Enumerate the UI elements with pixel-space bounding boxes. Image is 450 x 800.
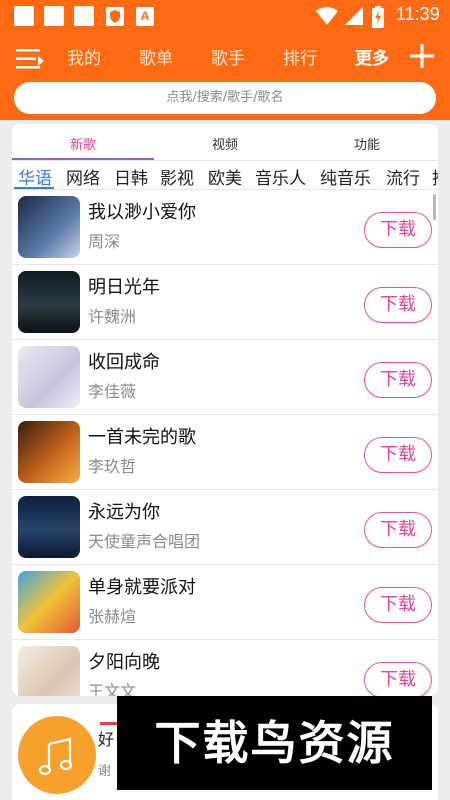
watermark: 下载鸟资源 [117,696,432,790]
song-title: 夕阳向晚 [88,652,160,673]
category-liuxing[interactable]: 流行 [386,164,420,189]
song-artist: 周深 [88,232,121,251]
song-row[interactable]: 我以渺小爱你 周深 下载 [12,190,438,265]
nav-item-mine[interactable]: 我的 [67,44,101,69]
battery-icon [372,6,384,28]
menu-icon[interactable] [16,48,44,70]
song-title: 收回成命 [88,352,160,373]
signal-icon [345,7,363,25]
song-artist: 王文文 [88,682,137,696]
shield-icon [106,7,124,26]
music-note-icon [38,737,73,776]
category-oumei[interactable]: 欧美 [208,164,242,189]
song-title: 单身就要派对 [88,577,196,598]
notification-icon [74,6,94,26]
category-yingshi[interactable]: 影视 [160,164,194,189]
status-bar: A 11:39 [0,0,450,34]
song-row[interactable]: 夕阳向晚 王文文 下载 [12,640,438,696]
song-row[interactable]: 收回成命 李佳薇 下载 [12,340,438,415]
nav-item-more[interactable]: 更多 [355,44,389,69]
category-rihan[interactable]: 日韩 [114,164,148,189]
app-a-icon: A [136,7,154,26]
content-card: 新歌 视频 功能 华语 网络 日韩 影视 欧美 音乐人 纯音乐 流行 推 我以渺… [12,124,438,696]
notification-icon [14,6,34,26]
song-list: 我以渺小爱你 周深 下载 明日光年 许魏洲 下载 收回成命 李佳薇 下载 一首未… [12,190,438,696]
song-row[interactable]: 永远为你 天使童声合唱团 下载 [12,490,438,565]
song-title: 永远为你 [88,502,160,523]
notification-icon [44,6,64,26]
download-button[interactable]: 下载 [364,437,432,473]
player-cover[interactable] [18,716,96,794]
scrollbar[interactable] [433,194,436,220]
tab-features[interactable]: 功能 [327,134,407,153]
search-input[interactable]: 点我/搜索/歌手/歌名 [14,82,436,114]
nav-item-ranking[interactable]: 排行 [283,44,317,69]
nav-item-playlist[interactable]: 歌单 [139,44,173,69]
download-button[interactable]: 下载 [364,512,432,548]
category-chunyinyue[interactable]: 纯音乐 [320,164,371,189]
nav-item-singer[interactable]: 歌手 [211,44,245,69]
album-cover [18,346,80,408]
song-artist: 李玖哲 [88,457,137,476]
song-row[interactable]: 明日光年 许魏洲 下载 [12,265,438,340]
album-cover [18,271,80,333]
plus-icon[interactable] [408,42,436,70]
top-nav: 我的 歌单 歌手 排行 更多 点我/搜索/歌手/歌名 [0,34,450,120]
download-button[interactable]: 下载 [364,362,432,398]
album-cover [18,196,80,258]
download-button[interactable]: 下载 [364,662,432,696]
album-cover [18,421,80,483]
category-wangluo[interactable]: 网络 [66,164,100,189]
tab-new-songs[interactable]: 新歌 [43,134,123,153]
song-artist: 许魏洲 [88,307,137,326]
category-huayu[interactable]: 华语 [18,164,52,189]
divider [12,160,438,161]
download-button[interactable]: 下载 [364,287,432,323]
album-cover [18,496,80,558]
song-row[interactable]: 单身就要派对 张赫煊 下载 [12,565,438,640]
player-title: 好 [98,730,115,749]
song-title: 明日光年 [88,277,160,298]
download-button[interactable]: 下载 [364,212,432,248]
album-cover [18,646,80,696]
tab-bar: 新歌 视频 功能 [12,124,438,161]
song-artist: 天使童声合唱团 [88,532,201,551]
category-tui[interactable]: 推 [432,164,438,189]
song-title: 一首未完的歌 [88,427,196,448]
tab-videos[interactable]: 视频 [185,134,265,153]
player-subtitle: 谢 [98,764,112,779]
song-title: 我以渺小爱你 [88,202,196,223]
song-artist: 张赫煊 [88,607,137,626]
clock: 11:39 [396,4,440,24]
download-button[interactable]: 下载 [364,587,432,623]
song-row[interactable]: 一首未完的歌 李玖哲 下载 [12,415,438,490]
category-yinyueren[interactable]: 音乐人 [255,164,306,189]
album-cover [18,571,80,633]
category-bar: 华语 网络 日韩 影视 欧美 音乐人 纯音乐 流行 推 [12,162,438,192]
song-artist: 李佳薇 [88,382,137,401]
wifi-icon [316,7,338,25]
